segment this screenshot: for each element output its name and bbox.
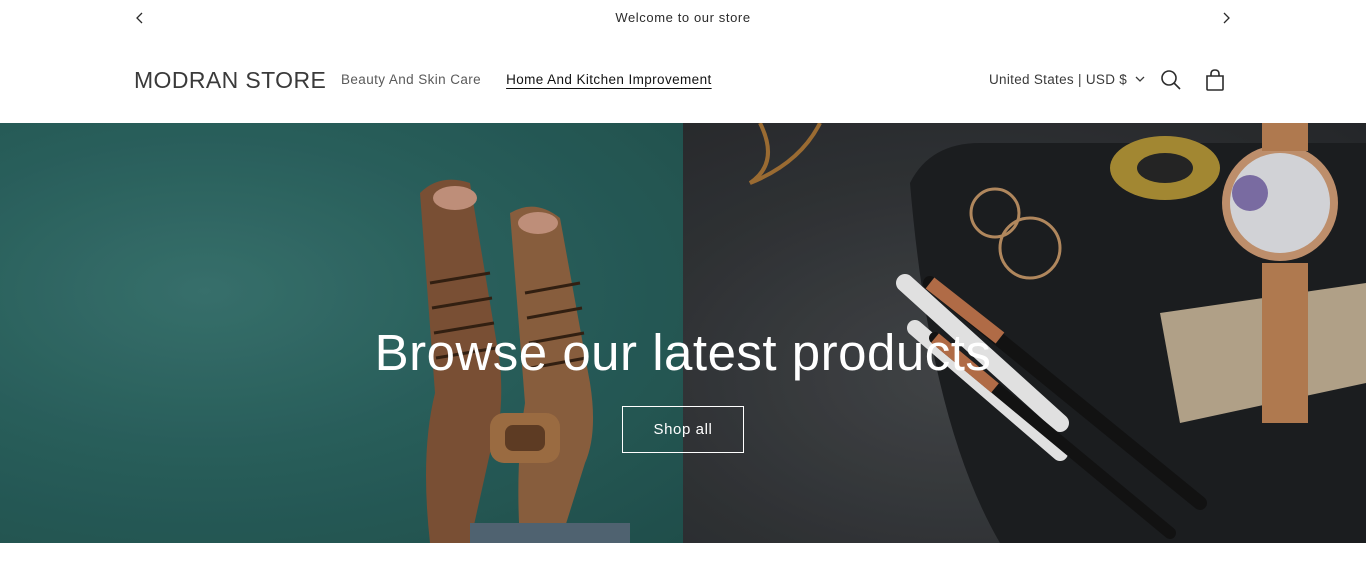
chevron-down-icon [1135,76,1145,82]
site-header: MODRAN STORE Beauty And Skin Care Home A… [0,36,1366,123]
search-icon [1161,70,1181,90]
country-currency-label: United States | USD $ [989,72,1128,87]
store-logo[interactable]: MODRAN STORE [134,67,326,94]
search-button[interactable] [1159,68,1183,92]
main-nav: Beauty And Skin Care Home And Kitchen Im… [341,72,712,87]
hero-title: Browse our latest products [374,324,992,381]
announcement-next-button[interactable] [1218,10,1234,26]
chevron-right-icon [1223,12,1230,24]
hero-banner: Browse our latest products Shop all [0,123,1366,543]
shop-all-button[interactable]: Shop all [622,406,744,453]
country-currency-selector[interactable]: United States | USD $ [989,72,1145,87]
nav-item-beauty-and-skin-care[interactable]: Beauty And Skin Care [341,72,481,87]
cart-icon [1206,69,1224,91]
announcement-text: Welcome to our store [615,10,751,25]
cart-button[interactable] [1203,68,1227,92]
nav-item-home-and-kitchen-improvement[interactable]: Home And Kitchen Improvement [506,72,712,87]
announcement-bar: Welcome to our store [0,0,1366,36]
